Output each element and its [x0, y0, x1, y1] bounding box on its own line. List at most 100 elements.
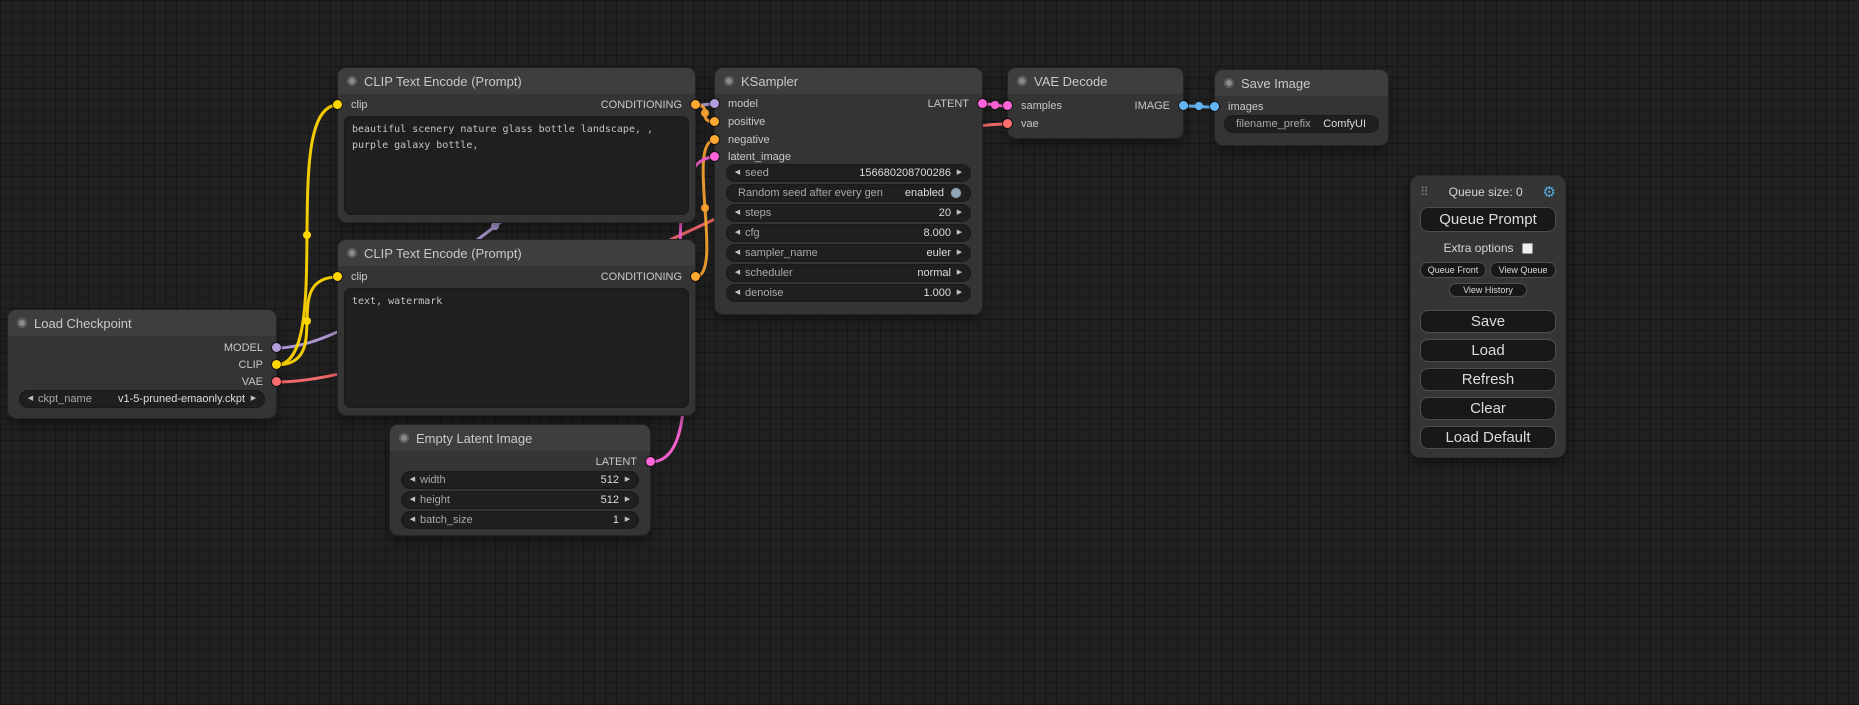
- output-slot-latent[interactable]: [646, 457, 655, 466]
- increment-arrow-icon[interactable]: ▶: [622, 472, 633, 488]
- queue-front-button[interactable]: Queue Front: [1420, 262, 1486, 278]
- widget-value: 1.000: [923, 287, 951, 299]
- increment-arrow-icon[interactable]: ▶: [954, 225, 965, 241]
- decrement-arrow-icon[interactable]: ◀: [732, 225, 743, 241]
- input-slot-latent-image[interactable]: [710, 152, 719, 161]
- output-label-latent: LATENT: [928, 97, 969, 111]
- node-title-bar[interactable]: CLIP Text Encode (Prompt): [338, 240, 695, 266]
- negative-prompt-textarea[interactable]: text, watermark: [345, 289, 688, 407]
- node-title-bar[interactable]: KSampler: [715, 68, 982, 94]
- node-clip-text-encode-negative[interactable]: CLIP Text Encode (Prompt) clip CONDITION…: [338, 240, 695, 415]
- input-slot-samples[interactable]: [1003, 101, 1012, 110]
- collapse-dot[interactable]: [347, 76, 357, 86]
- decrement-arrow-icon[interactable]: ◀: [407, 492, 418, 508]
- toggle-knob-icon[interactable]: [951, 188, 961, 198]
- node-ksampler[interactable]: KSampler model positive negative latent_…: [715, 68, 982, 314]
- widget-value: v1-5-pruned-emaonly.ckpt: [118, 393, 245, 405]
- node-title-bar[interactable]: Empty Latent Image: [390, 425, 650, 451]
- collapse-dot[interactable]: [399, 433, 409, 443]
- decrement-arrow-icon[interactable]: ◀: [732, 205, 743, 221]
- widget-scheduler[interactable]: ◀ scheduler normal ▶: [727, 265, 970, 281]
- input-slot-clip[interactable]: [333, 272, 342, 281]
- widget-ckpt-name[interactable]: ◀ ckpt_name v1-5-pruned-emaonly.ckpt ▶: [20, 391, 264, 407]
- node-load-checkpoint[interactable]: Load Checkpoint MODEL CLIP VAE ◀ ckpt_na…: [8, 310, 276, 418]
- collapse-dot[interactable]: [1017, 76, 1027, 86]
- decrement-arrow-icon[interactable]: ◀: [25, 391, 36, 407]
- output-slot-conditioning[interactable]: [691, 100, 700, 109]
- node-vae-decode[interactable]: VAE Decode samples vae IMAGE: [1008, 68, 1183, 138]
- output-slot-conditioning[interactable]: [691, 272, 700, 281]
- output-slot-latent[interactable]: [978, 99, 987, 108]
- decrement-arrow-icon[interactable]: ◀: [732, 285, 743, 301]
- output-slot-clip[interactable]: [272, 360, 281, 369]
- input-label-latent-image: latent_image: [728, 150, 791, 164]
- input-slot-vae[interactable]: [1003, 119, 1012, 128]
- input-slot-positive[interactable]: [710, 117, 719, 126]
- widget-sampler-name[interactable]: ◀ sampler_name euler ▶: [727, 245, 970, 261]
- collapse-dot[interactable]: [1224, 78, 1234, 88]
- widget-cfg[interactable]: ◀ cfg 8.000 ▶: [727, 225, 970, 241]
- input-slot-negative[interactable]: [710, 135, 719, 144]
- node-title-bar[interactable]: CLIP Text Encode (Prompt): [338, 68, 695, 94]
- widget-batch-size[interactable]: ◀ batch_size 1 ▶: [402, 512, 638, 528]
- widget-height[interactable]: ◀ height 512 ▶: [402, 492, 638, 508]
- input-slot-images[interactable]: [1210, 102, 1219, 111]
- collapse-dot[interactable]: [17, 318, 27, 328]
- collapse-dot[interactable]: [724, 76, 734, 86]
- increment-arrow-icon[interactable]: ▶: [954, 285, 965, 301]
- input-slot-model[interactable]: [710, 99, 719, 108]
- input-label-images: images: [1228, 100, 1263, 114]
- widget-value: 156680208700286: [859, 167, 951, 179]
- load-default-button[interactable]: Load Default: [1420, 426, 1556, 449]
- decrement-arrow-icon[interactable]: ◀: [407, 512, 418, 528]
- widget-seed[interactable]: ◀ seed 156680208700286 ▶: [727, 165, 970, 181]
- output-label-latent: LATENT: [596, 455, 637, 469]
- load-button[interactable]: Load: [1420, 339, 1556, 362]
- drag-handle-icon[interactable]: ⠿: [1420, 185, 1429, 199]
- increment-arrow-icon[interactable]: ▶: [954, 245, 965, 261]
- input-slot-clip[interactable]: [333, 100, 342, 109]
- widget-label: filename_prefix: [1236, 118, 1311, 130]
- increment-arrow-icon[interactable]: ▶: [248, 391, 259, 407]
- view-history-button[interactable]: View History: [1449, 283, 1527, 297]
- increment-arrow-icon[interactable]: ▶: [954, 165, 965, 181]
- wire-midpoint-dot: [701, 109, 709, 117]
- widget-width[interactable]: ◀ width 512 ▶: [402, 472, 638, 488]
- decrement-arrow-icon[interactable]: ◀: [732, 265, 743, 281]
- widget-label: height: [420, 494, 450, 506]
- decrement-arrow-icon[interactable]: ◀: [732, 245, 743, 261]
- view-queue-button[interactable]: View Queue: [1490, 262, 1556, 278]
- widget-steps[interactable]: ◀ steps 20 ▶: [727, 205, 970, 221]
- positive-prompt-textarea[interactable]: beautiful scenery nature glass bottle la…: [345, 117, 688, 214]
- widget-value: 20: [939, 207, 951, 219]
- increment-arrow-icon[interactable]: ▶: [622, 492, 633, 508]
- save-button[interactable]: Save: [1420, 310, 1556, 333]
- increment-arrow-icon[interactable]: ▶: [954, 265, 965, 281]
- widget-value: 512: [601, 474, 619, 486]
- node-empty-latent-image[interactable]: Empty Latent Image LATENT ◀ width 512 ▶ …: [390, 425, 650, 535]
- settings-gear-icon[interactable]: ⚙: [1543, 185, 1556, 200]
- clear-button[interactable]: Clear: [1420, 397, 1556, 420]
- node-clip-text-encode-positive[interactable]: CLIP Text Encode (Prompt) clip CONDITION…: [338, 68, 695, 222]
- widget-value: enabled: [905, 187, 944, 199]
- decrement-arrow-icon[interactable]: ◀: [732, 165, 743, 181]
- collapse-dot[interactable]: [347, 248, 357, 258]
- extra-options-checkbox[interactable]: [1522, 243, 1533, 254]
- increment-arrow-icon[interactable]: ▶: [954, 205, 965, 221]
- widget-filename-prefix[interactable]: filename_prefix ComfyUI: [1225, 116, 1378, 132]
- output-label-model: MODEL: [224, 341, 263, 355]
- node-title-bar[interactable]: VAE Decode: [1008, 68, 1183, 94]
- queue-prompt-button[interactable]: Queue Prompt: [1420, 207, 1556, 232]
- widget-denoise[interactable]: ◀ denoise 1.000 ▶: [727, 285, 970, 301]
- node-save-image[interactable]: Save Image images filename_prefix ComfyU…: [1215, 70, 1388, 145]
- node-title-bar[interactable]: Save Image: [1215, 70, 1388, 96]
- output-slot-image[interactable]: [1179, 101, 1188, 110]
- widget-label: steps: [745, 207, 771, 219]
- output-slot-vae[interactable]: [272, 377, 281, 386]
- refresh-button[interactable]: Refresh: [1420, 368, 1556, 391]
- decrement-arrow-icon[interactable]: ◀: [407, 472, 418, 488]
- widget-random-seed-toggle[interactable]: Random seed after every gen enabled: [727, 185, 970, 201]
- output-slot-model[interactable]: [272, 343, 281, 352]
- node-title-bar[interactable]: Load Checkpoint: [8, 310, 276, 336]
- increment-arrow-icon[interactable]: ▶: [622, 512, 633, 528]
